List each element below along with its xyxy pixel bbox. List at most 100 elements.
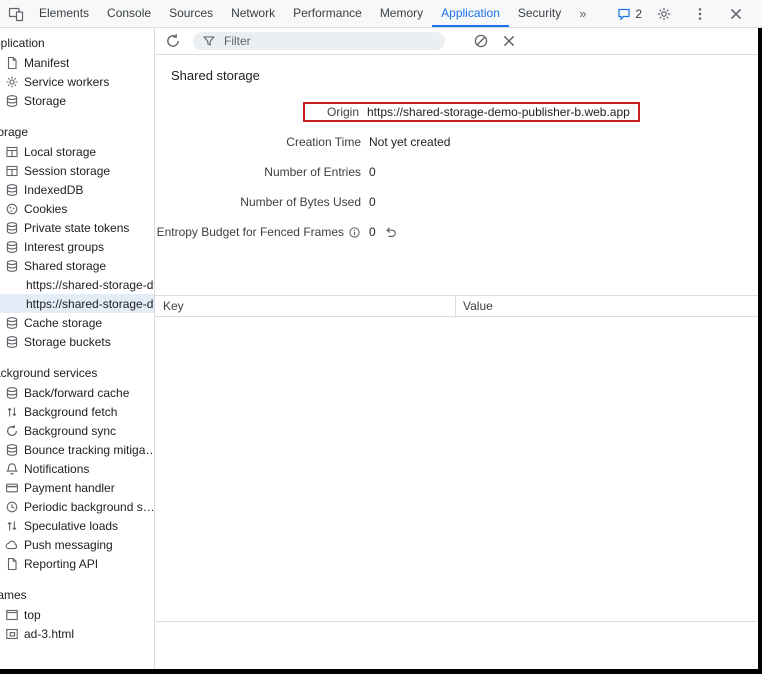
sidebar-item-background-sync[interactable]: Background sync xyxy=(0,421,154,440)
field-value: 0 xyxy=(369,225,398,239)
database-icon xyxy=(5,386,19,400)
tab-memory[interactable]: Memory xyxy=(371,0,432,27)
gear-icon xyxy=(5,75,19,89)
sidebar-item-cookies[interactable]: Cookies xyxy=(0,199,154,218)
sidebar-item-bounce-tracking-mitigations[interactable]: Bounce tracking mitiga… xyxy=(0,440,154,459)
table-icon xyxy=(5,164,19,178)
shared-storage-panel: Shared storage Origin https://shared-sto… xyxy=(155,28,758,669)
field-row-number-of-bytes-used: Number of Bytes Used 0 xyxy=(155,187,758,217)
sidebar-section-frames: Frames top ad-3.html xyxy=(0,586,154,643)
cloud-icon xyxy=(5,538,19,552)
database-icon xyxy=(5,240,19,254)
field-value: 0 xyxy=(369,165,376,179)
table-body-empty xyxy=(155,318,758,621)
database-icon xyxy=(5,316,19,330)
tab-sources[interactable]: Sources xyxy=(160,0,222,27)
field-value: 0 xyxy=(369,195,376,209)
field-label: Creation Time xyxy=(155,135,361,149)
issues-icon xyxy=(617,7,631,21)
column-header-value[interactable]: Value xyxy=(463,299,493,313)
field-value: https://shared-storage-demo-publisher-b.… xyxy=(367,105,630,119)
clock-icon xyxy=(5,500,19,514)
table-icon xyxy=(5,145,19,159)
sidebar-item-cache-storage[interactable]: Cache storage xyxy=(0,313,154,332)
document-icon xyxy=(5,557,19,571)
sidebar-header-background-services: Background services xyxy=(0,364,154,383)
sidebar-item-private-state-tokens[interactable]: Private state tokens xyxy=(0,218,154,237)
sidebar-item-background-fetch[interactable]: Background fetch xyxy=(0,402,154,421)
sidebar-item-back-forward-cache[interactable]: Back/forward cache xyxy=(0,383,154,402)
info-icon[interactable] xyxy=(348,226,361,239)
origin-highlight-annotation: Origin https://shared-storage-demo-publi… xyxy=(303,102,640,122)
column-header-key[interactable]: Key xyxy=(155,299,184,313)
issues-counter[interactable]: 2 xyxy=(617,7,642,21)
devtools-tabbar: Elements Console Sources Network Perform… xyxy=(0,0,762,28)
field-row-entropy-budget: Entropy Budget for Fenced Frames 0 xyxy=(155,217,758,247)
sidebar-item-indexeddb[interactable]: IndexedDB xyxy=(0,180,154,199)
frame-icon xyxy=(5,608,19,622)
tab-application[interactable]: Application xyxy=(432,0,509,27)
sidebar-item-storage-buckets[interactable]: Storage buckets xyxy=(0,332,154,351)
tab-security[interactable]: Security xyxy=(509,0,570,27)
sidebar-item-reporting-api[interactable]: Reporting API xyxy=(0,554,154,573)
devtools-body: Application Manifest Service workers Sto… xyxy=(0,28,758,669)
funnel-icon xyxy=(202,34,216,48)
delete-icon[interactable] xyxy=(501,33,517,49)
sidebar-item-session-storage[interactable]: Session storage xyxy=(0,161,154,180)
sidebar-section-storage: Storage Local storage Session storage In… xyxy=(0,123,154,351)
database-icon xyxy=(5,335,19,349)
sidebar-item-shared-storage-origin-2[interactable]: https://shared-storage-d… xyxy=(0,294,154,313)
sidebar-item-local-storage[interactable]: Local storage xyxy=(0,142,154,161)
devtools-window: Elements Console Sources Network Perform… xyxy=(0,0,762,674)
sidebar-item-frame-ad-3[interactable]: ad-3.html xyxy=(0,624,154,643)
tab-console[interactable]: Console xyxy=(98,0,160,27)
gear-icon[interactable] xyxy=(656,6,672,22)
refresh-icon[interactable] xyxy=(165,33,181,49)
sidebar-item-payment-handler[interactable]: Payment handler xyxy=(0,478,154,497)
sidebar-item-service-workers[interactable]: Service workers xyxy=(0,72,154,91)
database-icon xyxy=(5,221,19,235)
undo-icon[interactable] xyxy=(384,225,398,239)
up-down-arrows-icon xyxy=(5,405,19,419)
application-sidebar: Application Manifest Service workers Sto… xyxy=(0,28,155,669)
filter-field[interactable] xyxy=(193,32,445,50)
sidebar-item-push-messaging[interactable]: Push messaging xyxy=(0,535,154,554)
field-value: Not yet created xyxy=(369,135,450,149)
database-icon xyxy=(5,259,19,273)
field-label: Entropy Budget for Fenced Frames xyxy=(155,225,361,239)
clear-all-icon[interactable] xyxy=(473,33,489,49)
field-label: Origin xyxy=(311,105,359,119)
device-toolbar-icon[interactable] xyxy=(8,6,24,22)
sidebar-item-manifest[interactable]: Manifest xyxy=(0,53,154,72)
tab-network[interactable]: Network xyxy=(222,0,284,27)
sidebar-item-shared-storage-origin-1[interactable]: https://shared-storage-d… xyxy=(0,275,154,294)
iframe-icon xyxy=(5,627,19,641)
more-vert-icon[interactable] xyxy=(692,6,708,22)
sidebar-item-speculative-loads[interactable]: Speculative loads xyxy=(0,516,154,535)
sidebar-item-periodic-background-sync[interactable]: Periodic background s… xyxy=(0,497,154,516)
sidebar-section-application: Application Manifest Service workers Sto… xyxy=(0,34,154,110)
more-tabs-button[interactable]: » xyxy=(570,0,595,27)
sidebar-item-storage[interactable]: Storage xyxy=(0,91,154,110)
sidebar-header-application: Application xyxy=(0,34,154,53)
filter-input[interactable] xyxy=(222,33,436,49)
field-row-number-of-entries: Number of Entries 0 xyxy=(155,157,758,187)
database-icon xyxy=(5,443,19,457)
sync-icon xyxy=(5,424,19,438)
field-label: Number of Entries xyxy=(155,165,361,179)
tab-performance[interactable]: Performance xyxy=(284,0,371,27)
tab-elements[interactable]: Elements xyxy=(30,0,98,27)
page-title: Shared storage xyxy=(155,55,758,85)
database-icon xyxy=(5,94,19,108)
window-edge-right xyxy=(758,28,762,674)
sidebar-item-shared-storage[interactable]: Shared storage xyxy=(0,256,154,275)
bell-icon xyxy=(5,462,19,476)
sidebar-item-frame-top[interactable]: top xyxy=(0,605,154,624)
sidebar-item-interest-groups[interactable]: Interest groups xyxy=(0,237,154,256)
cookie-icon xyxy=(5,202,19,216)
sidebar-header-frames: Frames xyxy=(0,586,154,605)
field-label: Number of Bytes Used xyxy=(155,195,361,209)
payment-card-icon xyxy=(5,481,19,495)
close-icon[interactable] xyxy=(728,6,744,22)
sidebar-item-notifications[interactable]: Notifications xyxy=(0,459,154,478)
